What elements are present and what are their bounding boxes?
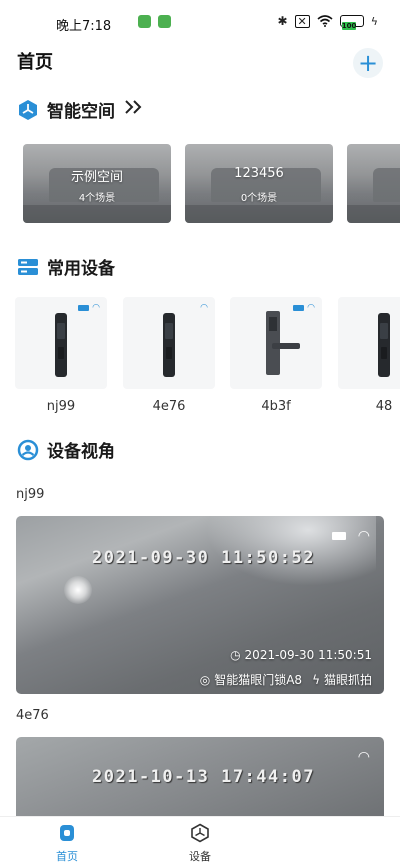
- space-name: 示例空间: [70, 170, 123, 185]
- battery-icon: [331, 532, 346, 540]
- wifi-icon: [317, 15, 333, 27]
- section-title-views: 设备视角: [47, 442, 115, 462]
- osd-timestamp: 2021-10-13 17:44:07: [92, 767, 315, 787]
- tab-label: 首页: [56, 850, 78, 863]
- wifi-icon: ◠: [200, 303, 208, 313]
- capture-source: 猫眼抓拍: [323, 673, 372, 687]
- plus-icon: +: [357, 49, 379, 77]
- space-name: 123456: [234, 166, 284, 181]
- wifi-icon: ◠: [357, 749, 370, 765]
- camera-device-label: nj99: [16, 487, 45, 502]
- camera-eye-icon: [17, 439, 39, 461]
- page-header: 首页 +: [17, 48, 383, 78]
- section-title-devices: 常用设备: [47, 259, 115, 279]
- section-smart-spaces[interactable]: 智能空间: [17, 97, 145, 122]
- camera-snapshot[interactable]: 2021-10-13 17:44:07 ◠: [16, 737, 384, 827]
- section-common-devices: 常用设备: [17, 254, 115, 279]
- app-notification-icon: [138, 15, 151, 28]
- section-title-spaces: 智能空间: [47, 102, 115, 122]
- device-name: 4b3f: [261, 399, 291, 414]
- space-scene-count: 4个场景: [78, 193, 116, 204]
- home-icon: [57, 825, 77, 846]
- server-icon: [17, 256, 39, 278]
- wifi-icon: ◠: [357, 528, 370, 544]
- device-name: 4e76: [152, 399, 186, 414]
- lightning-icon: ϟ: [312, 672, 320, 687]
- camera-snapshot[interactable]: 2021-09-30 11:50:52 ◠ ◷ 2021-09-30 11:50…: [16, 516, 384, 694]
- space-scene-count: 0个场景: [240, 193, 278, 204]
- double-chevron-right-icon[interactable]: [123, 98, 145, 121]
- battery-icon: [293, 305, 305, 311]
- device-tile[interactable]: ◠ 4e76: [123, 297, 215, 414]
- charging-icon: ϟ: [370, 14, 378, 28]
- wifi-icon: ◠: [307, 303, 315, 313]
- space-carousel[interactable]: 示例空间 4个场景 123456 0个场景: [23, 144, 400, 224]
- bottom-tab-bar: 首页 设备: [0, 816, 400, 866]
- capture-info-row: ◎ 智能猫眼门锁A8 ϟ 猫眼抓拍: [200, 671, 372, 688]
- osd-timestamp: 2021-09-30 11:50:52: [92, 548, 315, 568]
- clock-icon: ◷: [230, 648, 241, 662]
- camera-device-label: 4e76: [16, 708, 49, 723]
- door-lock-image: [55, 313, 67, 377]
- page-title: 首页: [17, 52, 53, 73]
- space-card[interactable]: [347, 144, 400, 223]
- add-button[interactable]: +: [353, 48, 383, 78]
- battery-icon: 100: [339, 15, 364, 30]
- device-carousel[interactable]: ◠ nj99 ◠ 4e76 ◠ 4b3f 48: [15, 297, 400, 422]
- device-model: 智能猫眼门锁A8: [214, 673, 303, 687]
- device-tile[interactable]: ◠ 4b3f: [230, 297, 322, 414]
- space-card[interactable]: 123456 0个场景: [185, 144, 333, 223]
- wifi-icon: ◠: [92, 303, 100, 313]
- capture-time-row: ◷ 2021-09-30 11:50:51: [230, 648, 372, 662]
- cube-icon: [17, 99, 39, 121]
- bluetooth-icon: ✱: [277, 14, 288, 28]
- status-bar: 晚上7:18 ✱ ✕ 100 ϟ: [0, 0, 400, 44]
- device-name: 48: [375, 399, 393, 414]
- door-lock-image: [378, 313, 390, 377]
- light-flare: [64, 576, 92, 604]
- space-card[interactable]: 示例空间 4个场景: [23, 144, 171, 223]
- door-lock-image: [163, 313, 175, 377]
- tab-label: 设备: [189, 850, 211, 863]
- tab-devices[interactable]: 设备: [170, 823, 230, 864]
- device-tile[interactable]: ◠ nj99: [15, 297, 107, 414]
- battery-icon: [78, 305, 90, 311]
- tab-home[interactable]: 首页: [37, 823, 97, 864]
- app-notification-icon: [158, 15, 171, 28]
- device-name: nj99: [46, 399, 76, 414]
- status-time: 晚上7:18: [56, 19, 112, 34]
- capture-time: 2021-09-30 11:50:51: [244, 648, 372, 662]
- status-icons: ✱ ✕ 100 ϟ: [277, 14, 378, 30]
- cube-outline-icon: [190, 823, 210, 846]
- door-handle-lock-image: [266, 311, 300, 375]
- target-icon: ◎: [199, 672, 211, 687]
- device-tile[interactable]: 48: [338, 297, 400, 414]
- section-device-views: 设备视角: [17, 437, 115, 462]
- sim-icon: ✕: [294, 14, 310, 28]
